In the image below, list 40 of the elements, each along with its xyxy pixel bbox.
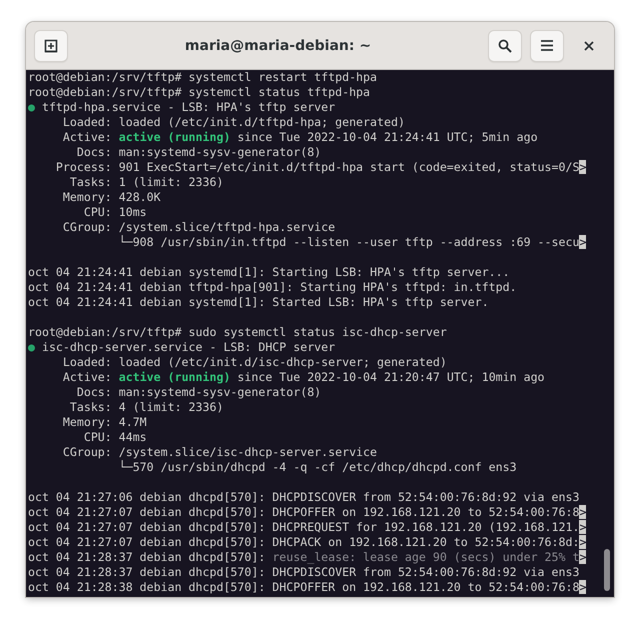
terminal-line: oct 04 21:28:37 debian dhcpd[570]: reuse_lease: lease age 90 (secs) under 25% t> bbox=[28, 550, 588, 565]
terminal-line: CPU: 44ms bbox=[82, 430, 148, 445]
terminal-line: Memory: 428.0K bbox=[62, 190, 162, 205]
terminal-line: ● isc-dhcp-server.service - LSB: DHCP server bbox=[28, 340, 336, 355]
terminal-line: oct 04 21:24:41 debian systemd[1]: Starting LSB: HPA's tftp server... bbox=[28, 265, 511, 280]
terminal-line: Process: 901 ExecStart=/etc/init.d/tftpd-hpa start (code=exited, status=0/S> bbox=[54, 160, 588, 175]
menu-button[interactable] bbox=[530, 30, 564, 62]
terminal-line: oct 04 21:27:07 debian dhcpd[570]: DHCPREQUEST for 192.168.121.20 (192.168.121.> bbox=[28, 520, 588, 535]
terminal-line: oct 04 21:27:07 debian dhcpd[570]: DHCPACK on 192.168.121.20 to 52:54:00:76:8d:> bbox=[28, 535, 588, 550]
terminal-line: Tasks: 4 (limit: 2336) bbox=[68, 400, 224, 415]
terminal-line: root@debian:/srv/tftp# systemctl restart tftpd-hpa bbox=[28, 70, 378, 85]
terminal-line: Docs: man:systemd-sysv-generator(8) bbox=[76, 145, 322, 160]
menu-icon bbox=[541, 40, 553, 51]
search-icon bbox=[498, 38, 512, 52]
terminal-line: ● tftpd-hpa.service - LSB: HPA's tftp server bbox=[28, 100, 336, 115]
terminal-line: oct 04 21:24:41 debian tftpd-hpa[901]: Starting HPA's tftpd: in.tftpd. bbox=[28, 280, 518, 295]
search-button[interactable] bbox=[488, 30, 522, 62]
new-tab-button[interactable] bbox=[34, 30, 68, 62]
terminal-line: oct 04 21:28:37 debian dhcpd[570]: DHCPDISCOVER from 52:54:00:76:8d:92 via ens3 bbox=[28, 565, 580, 580]
terminal-line: CGroup: /system.slice/tftpd-hpa.service bbox=[62, 220, 336, 235]
window-title: maria@maria-debian: ~ bbox=[184, 38, 372, 54]
terminal-line: Loaded: loaded (/etc/init.d/isc-dhcp-server; generated) bbox=[62, 355, 448, 370]
terminal-line: root@debian:/srv/tftp# sudo systemctl status isc-dhcp-server bbox=[28, 325, 448, 340]
terminal-line: Docs: man:systemd-sysv-generator(8) bbox=[76, 385, 322, 400]
close-icon bbox=[584, 40, 594, 50]
terminal-line: Active: active (running) since Tue 2022-10-04 21:24:41 UTC; 5min ago bbox=[62, 130, 539, 145]
terminal-line: oct 04 21:24:41 debian systemd[1]: Started LSB: HPA's tftp server. bbox=[28, 295, 490, 310]
terminal-line: oct 04 21:28:38 debian dhcpd[570]: DHCPOFFER on 192.168.121.20 to 52:54:00:76:8> bbox=[28, 580, 588, 595]
terminal-line: CGroup: /system.slice/isc-dhcp-server.service bbox=[62, 445, 378, 460]
terminal-line: root@debian:/srv/tftp# systemctl status tftpd-hpa bbox=[28, 85, 372, 100]
terminal-line: └─908 /usr/sbin/in.tftpd --listen --user tftp --address :69 --secu> bbox=[118, 235, 588, 250]
new-tab-icon bbox=[44, 38, 58, 52]
terminal-line: oct 04 21:27:07 debian dhcpd[570]: DHCPOFFER on 192.168.121.20 to 52:54:00:76:8> bbox=[28, 505, 588, 520]
terminal-line: oct 04 21:27:06 debian dhcpd[570]: DHCPDISCOVER from 52:54:00:76:8d:92 via ens3 bbox=[28, 490, 580, 505]
terminal-line: CPU: 10ms bbox=[82, 205, 148, 220]
terminal-line: └─570 /usr/sbin/dhcpd -4 -q -cf /etc/dhcp/dhcpd.conf ens3 bbox=[118, 460, 518, 475]
terminal-line: Active: active (running) since Tue 2022-10-04 21:20:47 UTC; 10min ago bbox=[62, 370, 546, 385]
terminal-line: Tasks: 1 (limit: 2336) bbox=[68, 175, 224, 190]
terminal-line: Memory: 4.7M bbox=[62, 415, 148, 430]
terminal-line: Loaded: loaded (/etc/init.d/tftpd-hpa; generated) bbox=[62, 115, 406, 130]
